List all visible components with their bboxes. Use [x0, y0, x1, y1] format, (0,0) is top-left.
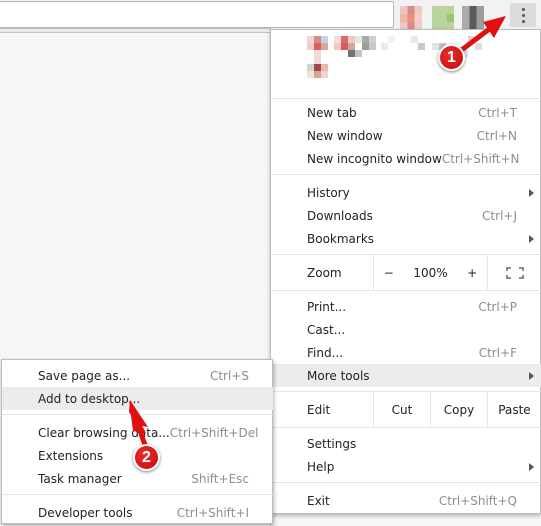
submenu-arrow-icon [529, 463, 534, 471]
annotation-badge-2: 2 [133, 444, 160, 471]
shortcut-label: Ctrl+P [478, 299, 517, 314]
menu-item-history[interactable]: History [271, 181, 541, 204]
zoom-in-button[interactable]: + [467, 266, 477, 280]
zoom-controls: − 100% + [373, 255, 487, 290]
shortcut-label: Ctrl+Shift+I [176, 505, 249, 520]
menu-item-label: Clear browsing data... [38, 425, 170, 440]
paste-button[interactable]: Paste [487, 392, 541, 427]
submenu-arrow-icon [529, 372, 534, 380]
fullscreen-button[interactable] [487, 255, 541, 290]
menu-item-label: Add to desktop... [38, 391, 141, 406]
menu-item-task-manager[interactable]: Task manager Shift+Esc [2, 467, 273, 490]
menu-item-find[interactable]: Find... Ctrl+F [271, 341, 541, 364]
chrome-menu-button[interactable] [510, 3, 536, 27]
shortcut-label: Ctrl+Shift+Q [438, 493, 517, 508]
separator [271, 174, 541, 175]
shortcut-label: Shift+Esc [191, 471, 249, 486]
separator [271, 98, 541, 99]
shortcut-label: Ctrl+N [476, 128, 517, 143]
shortcut-label: Ctrl+Shift+Del [169, 425, 259, 440]
menu-item-label: Exit [307, 493, 330, 508]
menu-item-label: Help [307, 459, 335, 474]
menu-item-label: Cast... [307, 322, 346, 337]
menu-item-label: Print... [307, 299, 347, 314]
separator [271, 482, 541, 483]
menu-item-more-tools[interactable]: More tools [271, 364, 541, 387]
edit-label: Edit [307, 402, 331, 417]
separator [2, 414, 273, 415]
submenu-arrow-icon [529, 235, 534, 243]
menu-item-label: More tools [307, 368, 370, 383]
separator [271, 427, 541, 428]
menu-item-label: Save page as... [38, 368, 131, 383]
zoom-level: 100% [413, 265, 448, 280]
menu-item-downloads[interactable]: Downloads Ctrl+J [271, 204, 541, 227]
copy-button[interactable]: Copy [430, 392, 487, 427]
menu-item-label: Settings [307, 436, 357, 451]
menu-item-bookmarks[interactable]: Bookmarks [271, 227, 541, 250]
menu-item-label: History [307, 185, 350, 200]
menu-item-label: New window [307, 128, 383, 143]
menu-item-exit[interactable]: Exit Ctrl+Shift+Q [271, 489, 541, 512]
menu-item-label: Task manager [38, 471, 122, 486]
menu-item-label: New tab [307, 105, 357, 120]
zoom-row: Zoom − 100% + [271, 255, 541, 290]
annotation-badge-1: 1 [438, 44, 465, 71]
shortcut-label: Ctrl+J [482, 208, 517, 223]
menu-item-label: Bookmarks [307, 231, 375, 246]
dot [521, 19, 525, 23]
menu-item-print[interactable]: Print... Ctrl+P [271, 295, 541, 318]
menu-item-settings[interactable]: Settings [271, 432, 541, 455]
three-dots-vertical-icon [521, 7, 525, 11]
shortcut-label: Ctrl+T [478, 105, 517, 120]
separator [2, 494, 273, 495]
extension-icon-3[interactable] [462, 6, 484, 29]
separator [271, 290, 541, 291]
menu-item-new-incognito-window[interactable]: New incognito window Ctrl+Shift+N [271, 147, 541, 170]
browser-toolbar [0, 0, 541, 29]
shortcut-label: Ctrl+Shift+N [441, 151, 520, 166]
more-tools-submenu: Save page as... Ctrl+S Add to desktop...… [1, 359, 273, 524]
menu-item-clear-browsing-data[interactable]: Clear browsing data... Ctrl+Shift+Del [2, 421, 273, 444]
menu-item-label: New incognito window [307, 151, 442, 166]
menu-item-label: Find... [307, 345, 344, 360]
menu-item-label: Developer tools [38, 505, 133, 520]
cut-button[interactable]: Cut [373, 392, 430, 427]
submenu-arrow-icon [529, 189, 534, 197]
zoom-out-button[interactable]: − [384, 266, 394, 280]
edit-row: Edit Cut Copy Paste [271, 392, 541, 427]
shortcut-label: Ctrl+S [209, 368, 249, 383]
menu-item-label: Downloads [307, 208, 373, 223]
extension-icon-1[interactable] [400, 6, 422, 29]
zoom-label: Zoom [307, 265, 342, 280]
menu-item-help[interactable]: Help [271, 455, 541, 478]
fullscreen-icon [505, 266, 524, 279]
menu-item-save-page-as[interactable]: Save page as... Ctrl+S [2, 364, 273, 387]
menu-item-add-to-desktop[interactable]: Add to desktop... [2, 387, 273, 410]
menu-item-new-tab[interactable]: New tab Ctrl+T [271, 101, 541, 124]
shortcut-label: Ctrl+F [478, 345, 517, 360]
menu-item-developer-tools[interactable]: Developer tools Ctrl+Shift+I [2, 501, 273, 524]
profile-area-blurred [271, 30, 541, 94]
extension-icon-2[interactable] [432, 6, 454, 29]
chrome-main-menu: New tab Ctrl+T New window Ctrl+N New inc… [270, 29, 541, 514]
menu-item-cast[interactable]: Cast... [271, 318, 541, 341]
address-bar[interactable] [0, 1, 394, 28]
menu-item-new-window[interactable]: New window Ctrl+N [271, 124, 541, 147]
dot [521, 13, 525, 17]
